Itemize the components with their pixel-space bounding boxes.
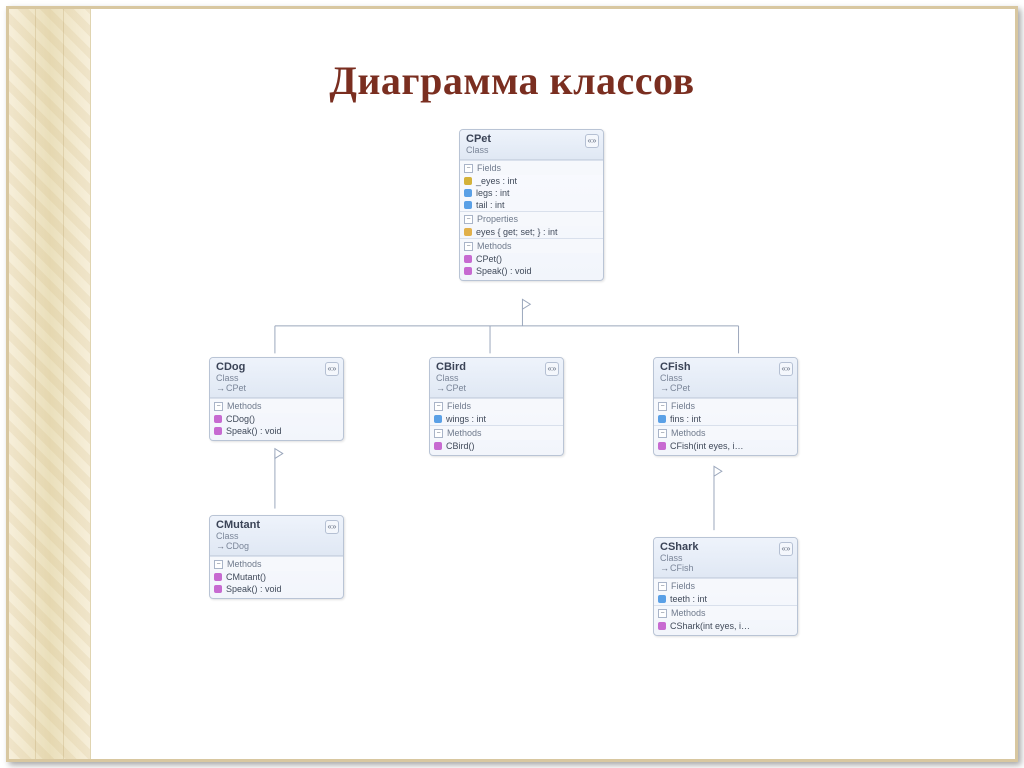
collapse-icon[interactable]: «» [779, 362, 793, 376]
section-methods: −Methods [210, 398, 343, 413]
section-fields: −Fields [460, 160, 603, 175]
method-item: Speak() : void [210, 583, 343, 595]
class-name: CFish [660, 361, 791, 373]
method-item: CBird() [430, 440, 563, 452]
property-item: eyes { get; set; } : int [460, 226, 603, 238]
class-kind: Class [216, 531, 337, 541]
collapse-icon[interactable]: «» [585, 134, 599, 148]
section-methods: −Methods [654, 425, 797, 440]
field-item: fins : int [654, 413, 797, 425]
field-item: tail : int [460, 199, 603, 211]
class-kind: Class [436, 373, 557, 383]
collapse-icon[interactable]: «» [325, 362, 339, 376]
class-header: «» CBird Class →CPet [430, 358, 563, 398]
section-methods: −Methods [654, 605, 797, 620]
class-diagram: «» CPet Class −Fields _eyes : int legs :… [159, 129, 935, 729]
class-kind: Class [466, 145, 597, 155]
class-cbird: «» CBird Class →CPet −Fields wings : int… [429, 357, 564, 456]
collapse-icon[interactable]: «» [779, 542, 793, 556]
method-item: CMutant() [210, 571, 343, 583]
class-header: «» CPet Class [460, 130, 603, 160]
method-item: CDog() [210, 413, 343, 425]
class-base: →CPet [216, 383, 337, 393]
section-methods: −Methods [210, 556, 343, 571]
section-properties: −Properties [460, 211, 603, 226]
class-header: «» CDog Class →CPet [210, 358, 343, 398]
field-item: wings : int [430, 413, 563, 425]
collapse-icon[interactable]: «» [545, 362, 559, 376]
field-item: teeth : int [654, 593, 797, 605]
class-header: «» CFish Class →CPet [654, 358, 797, 398]
side-decor [9, 9, 91, 759]
section-fields: −Fields [654, 398, 797, 413]
method-item: CFish(int eyes, i… [654, 440, 797, 452]
class-header: «» CShark Class →CFish [654, 538, 797, 578]
slide-frame: Диаграмма классов [6, 6, 1018, 762]
class-name: CMutant [216, 519, 337, 531]
class-base: →CPet [660, 383, 791, 393]
method-item: Speak() : void [210, 425, 343, 437]
section-fields: −Fields [654, 578, 797, 593]
section-methods: −Methods [430, 425, 563, 440]
method-item: CShark(int eyes, i… [654, 620, 797, 632]
method-item: Speak() : void [460, 265, 603, 277]
class-name: CPet [466, 133, 597, 145]
page-title: Диаграмма классов [9, 57, 1015, 104]
class-cdog: «» CDog Class →CPet −Methods CDog() Spea… [209, 357, 344, 441]
section-methods: −Methods [460, 238, 603, 253]
class-cpet: «» CPet Class −Fields _eyes : int legs :… [459, 129, 604, 281]
class-base: →CFish [660, 563, 791, 573]
class-base: →CDog [216, 541, 337, 551]
class-cmutant: «» CMutant Class →CDog −Methods CMutant(… [209, 515, 344, 599]
class-name: CShark [660, 541, 791, 553]
method-item: CPet() [460, 253, 603, 265]
class-name: CDog [216, 361, 337, 373]
class-kind: Class [660, 373, 791, 383]
class-cfish: «» CFish Class →CPet −Fields fins : int … [653, 357, 798, 456]
field-item: _eyes : int [460, 175, 603, 187]
class-header: «» CMutant Class →CDog [210, 516, 343, 556]
class-base: →CPet [436, 383, 557, 393]
section-fields: −Fields [430, 398, 563, 413]
class-kind: Class [216, 373, 337, 383]
field-item: legs : int [460, 187, 603, 199]
class-cshark: «» CShark Class →CFish −Fields teeth : i… [653, 537, 798, 636]
collapse-icon[interactable]: «» [325, 520, 339, 534]
class-name: CBird [436, 361, 557, 373]
class-kind: Class [660, 553, 791, 563]
